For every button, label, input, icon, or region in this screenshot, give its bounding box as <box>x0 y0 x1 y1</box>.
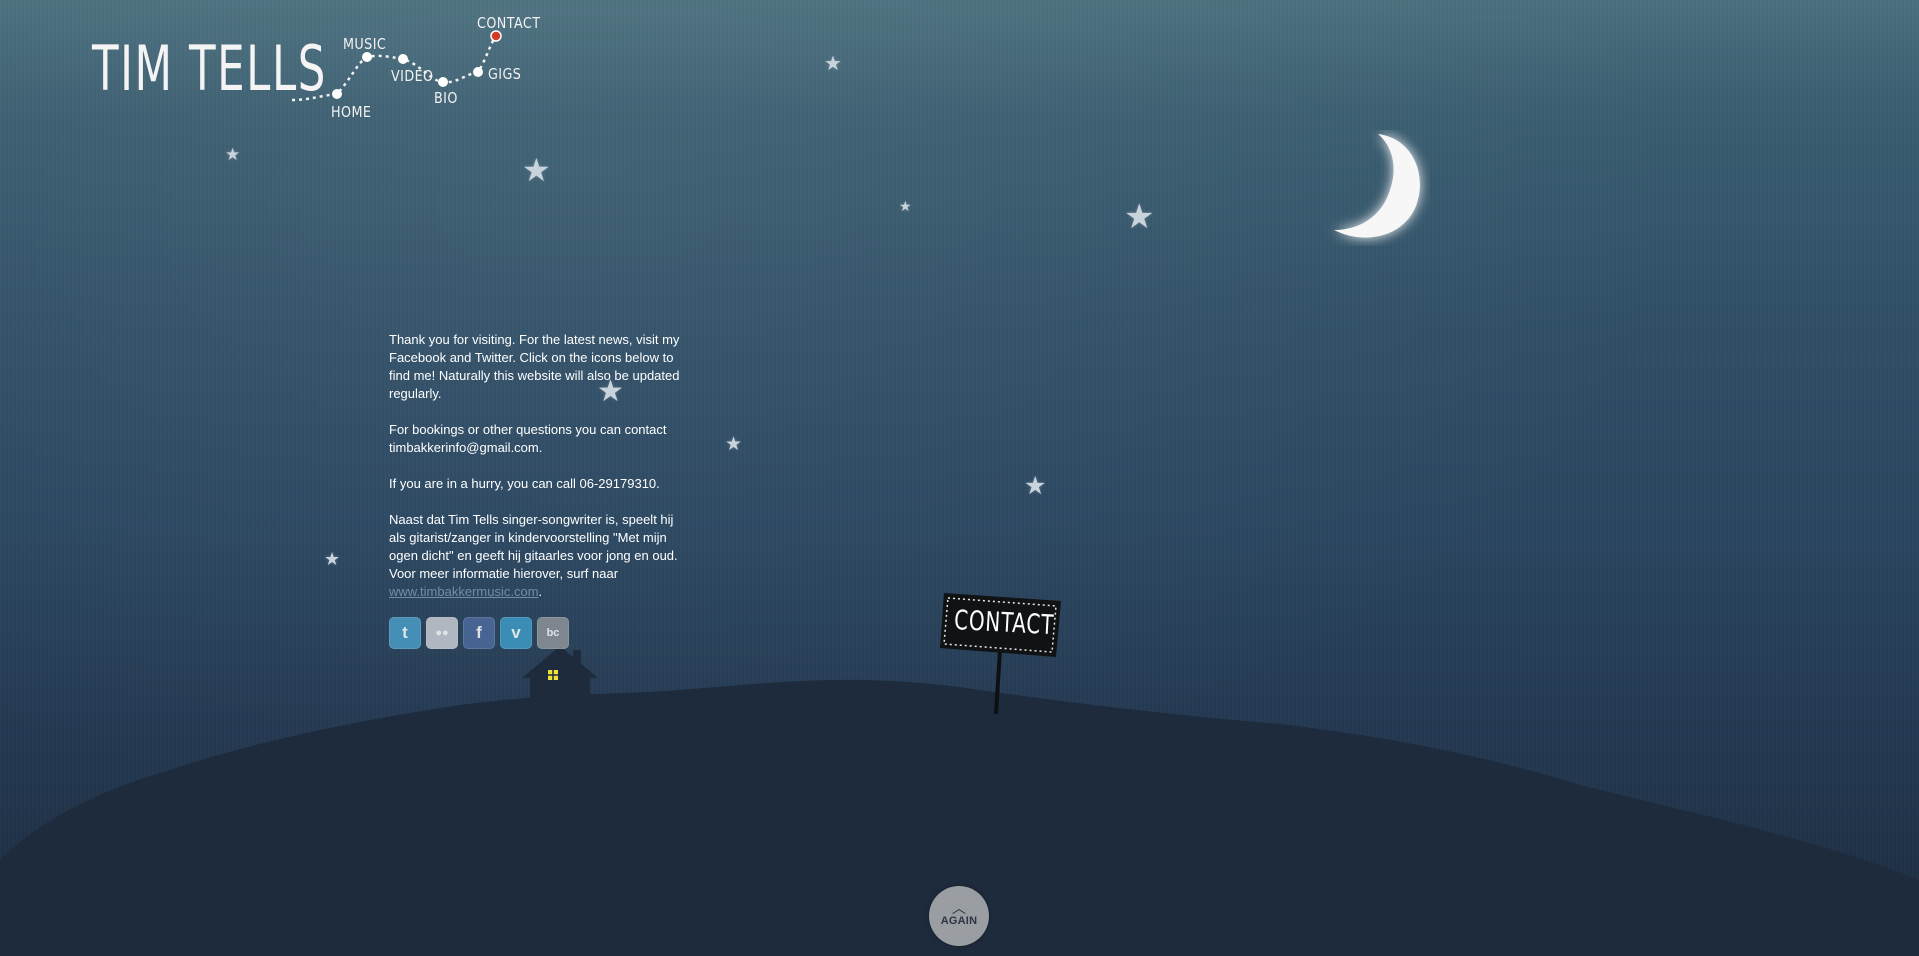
nav-contact[interactable]: CONTACT <box>477 14 540 32</box>
bookings-paragraph: For bookings or other questions you can … <box>389 422 667 455</box>
twitter-icon[interactable]: t <box>389 617 421 649</box>
info-end: . <box>538 584 543 599</box>
nav-music[interactable]: MUSIC <box>343 35 386 53</box>
intro-paragraph: Thank you for visiting. For the latest n… <box>389 332 680 401</box>
bandcamp-icon[interactable]: bc <box>537 617 569 649</box>
nav-dot-music <box>362 52 372 62</box>
flickr-icon[interactable]: ●● <box>426 617 458 649</box>
nav-dot-contact <box>490 30 502 42</box>
hill-scene <box>0 593 1919 956</box>
website-link[interactable]: www.timbakkermusic.com <box>389 584 539 599</box>
nav-dot-home <box>332 89 342 99</box>
nav-path <box>291 30 502 102</box>
info-text: Naast dat Tim Tells singer-songwriter is… <box>389 512 678 581</box>
chevron-up-icon: ︿ <box>952 900 966 916</box>
nav-bio[interactable]: BIO <box>434 89 458 107</box>
facebook-icon[interactable]: f <box>463 617 495 649</box>
nav-video[interactable]: VIDEO <box>391 67 434 85</box>
nav-dot-gigs <box>473 67 483 77</box>
nav-dot-video <box>398 54 408 64</box>
social-icons: t ●● f v bc <box>389 617 689 649</box>
phone-paragraph: If you are in a hurry, you can call 06-2… <box>389 476 660 491</box>
contact-sign-label[interactable]: CONTACT <box>953 605 1054 641</box>
again-button[interactable]: ︿ AGAIN <box>929 886 989 946</box>
info-paragraph: Naast dat Tim Tells singer-songwriter is… <box>389 511 689 601</box>
nav-gigs[interactable]: GIGS <box>488 65 521 83</box>
house-icon <box>522 646 598 710</box>
contact-content: Thank you for visiting. For the latest n… <box>389 331 689 649</box>
vimeo-icon[interactable]: v <box>500 617 532 649</box>
nav-dot-bio <box>438 77 448 87</box>
again-label: AGAIN <box>940 915 978 927</box>
nav-home[interactable]: HOME <box>331 103 371 121</box>
